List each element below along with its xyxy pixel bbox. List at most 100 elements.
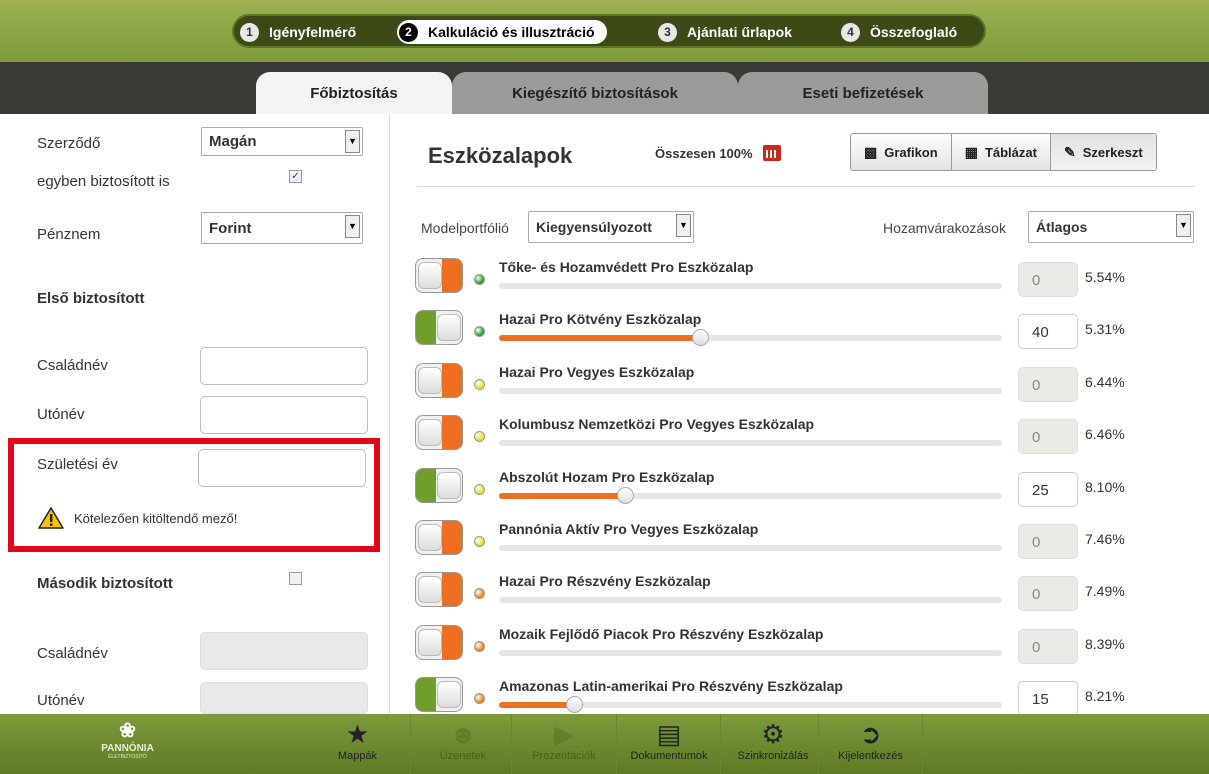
calculator-icon[interactable] — [762, 145, 781, 161]
allocation-slider[interactable] — [499, 597, 1002, 604]
toggle-knob — [418, 366, 442, 394]
allocation-input[interactable]: 0 — [1018, 576, 1078, 612]
risk-indicator-icon — [474, 483, 485, 495]
birthyear-label: Születési év — [37, 456, 118, 473]
chevron-down-icon: ▼ — [676, 214, 691, 237]
firstname-label: Utónév — [37, 406, 85, 423]
step-3[interactable]: 3 Ajánlati űrlapok — [658, 20, 792, 44]
allocation-input[interactable]: 15 — [1018, 681, 1078, 717]
step-2[interactable]: 2 Kalkuláció és illusztráció — [397, 20, 607, 44]
expected-yield: 6.46% — [1085, 426, 1125, 443]
allocation-slider[interactable] — [499, 329, 1002, 347]
allocation-input[interactable]: 0 — [1018, 419, 1078, 455]
total-percent-text: Összesen 100% — [655, 145, 753, 161]
allocation-input[interactable]: 0 — [1018, 366, 1078, 402]
nav-logout[interactable]: ➲ Kijelentkezés — [818, 714, 923, 774]
allocation-slider[interactable] — [499, 649, 1002, 656]
chevron-down-icon: ▼ — [345, 130, 360, 153]
also-insured-checkbox[interactable]: ✓ — [289, 170, 302, 183]
nav-logout-label: Kijelentkezés — [838, 750, 903, 762]
step-4[interactable]: 4 Összefoglaló — [841, 20, 957, 44]
pencil-icon: ✎ — [1063, 143, 1076, 160]
second-insured-heading: Második biztosított — [37, 575, 173, 592]
fund-toggle[interactable] — [415, 677, 463, 713]
contract-select-value: Magán — [209, 133, 257, 150]
allocation-slider[interactable] — [499, 283, 1002, 289]
firstname-input[interactable] — [200, 396, 368, 434]
fund-toggle[interactable] — [415, 520, 463, 555]
table-button[interactable]: ▦ Táblázat — [951, 134, 1051, 170]
app-root: { "steps":[ {"num":"1","label":"Igényfel… — [0, 0, 1209, 774]
nav-messages-label: Üzenetek — [439, 750, 487, 762]
contract-select[interactable]: Magán ▼ — [201, 127, 363, 156]
lastname-input[interactable] — [200, 347, 368, 385]
fund-row: Hazai Pro Vegyes Eszközalap 0 6.44% — [415, 362, 1205, 413]
chart-button-label: Grafikon — [884, 144, 938, 160]
fund-toggle[interactable] — [415, 624, 463, 660]
fund-toggle[interactable] — [415, 415, 463, 451]
yield-expectation-select[interactable]: Átlagos ▼ — [1028, 211, 1194, 243]
slider-fill — [499, 702, 575, 709]
nav-messages[interactable]: ☻ Üzenetek — [410, 714, 515, 774]
nav-sync[interactable]: ⚙ Szinkronizálás — [720, 714, 825, 774]
allocation-slider[interactable] — [499, 696, 1002, 714]
fund-row: Hazai Pro Kötvény Eszközalap 40 5.31% — [415, 310, 1205, 360]
toggle-knob — [418, 576, 442, 604]
fund-toggle[interactable] — [415, 258, 463, 293]
slider-thumb[interactable] — [692, 329, 710, 347]
risk-indicator-icon — [474, 588, 485, 600]
chevron-down-icon: ▼ — [345, 215, 360, 238]
allocation-input[interactable]: 25 — [1018, 471, 1078, 507]
birthyear-input[interactable] — [198, 449, 366, 487]
pannonia-logo: ❀ PANNÓNIA ÉLETBIZTOSÍTÓ — [80, 720, 175, 760]
allocation-input[interactable]: 40 — [1018, 314, 1078, 350]
contract-label: Szerződő — [37, 135, 101, 152]
allocation-input[interactable]: 0 — [1018, 628, 1078, 664]
fund-name: Amazonas Latin-amerikai Pro Részvény Esz… — [499, 678, 843, 695]
allocation-input[interactable]: 0 — [1018, 524, 1078, 559]
tab-ad-hoc-payments[interactable]: Eseti befizetések — [738, 72, 988, 114]
model-portfolio-select[interactable]: Kiegyensúlyozott ▼ — [528, 211, 694, 243]
fund-row: Kolumbusz Nemzetközi Pro Vegyes Eszközal… — [415, 415, 1205, 465]
fund-name: Kolumbusz Nemzetközi Pro Vegyes Eszközal… — [499, 416, 815, 433]
second-insured-checkbox[interactable] — [289, 572, 302, 585]
required-warning: Kötelezően kitöltendő mező! — [38, 507, 237, 529]
fund-row: Hazai Pro Részvény Eszközalap 0 7.49% — [415, 572, 1205, 622]
step-3-number: 3 — [658, 22, 677, 42]
edit-button[interactable]: ✎ Szerkeszt — [1050, 134, 1156, 170]
tab-supplementary[interactable]: Kiegészítő biztosítások — [452, 72, 738, 114]
allocation-slider[interactable] — [499, 387, 1002, 394]
nav-presentations[interactable]: ▶ Prezentációk — [511, 714, 616, 774]
lastname2-input[interactable] — [200, 632, 368, 670]
fund-name: Mozaik Fejlődő Piacok Pro Részvény Eszkö… — [499, 625, 824, 642]
risk-indicator-icon — [474, 693, 485, 705]
allocation-slider[interactable] — [499, 545, 1002, 551]
header-divider — [417, 186, 1195, 187]
slider-thumb[interactable] — [566, 696, 584, 714]
nav-presentations-label: Prezentációk — [532, 750, 596, 762]
fund-toggle[interactable] — [415, 362, 463, 398]
wizard-steps: 1 Igényfelmérő 2 Kalkuláció és illusztráci… — [232, 14, 986, 48]
nav-folders[interactable]: ★ Mappák — [305, 714, 410, 774]
fund-toggle[interactable] — [415, 467, 463, 503]
allocation-input[interactable]: 0 — [1018, 262, 1078, 297]
currency-select[interactable]: Forint ▼ — [201, 212, 363, 244]
fund-toggle[interactable] — [415, 572, 463, 608]
allocation-slider[interactable] — [499, 486, 1002, 504]
fund-row: Mozaik Fejlődő Piacok Pro Részvény Eszkö… — [415, 624, 1205, 675]
expected-yield: 8.39% — [1085, 635, 1125, 652]
firstname2-input[interactable] — [200, 682, 368, 714]
fund-toggle[interactable] — [415, 310, 463, 346]
tab-main-insurance[interactable]: Főbiztosítás — [256, 72, 452, 114]
allocation-slider[interactable] — [499, 440, 1002, 447]
step-1[interactable]: 1 Igényfelmérő — [240, 20, 356, 44]
fund-row: Tőke- és Hozamvédett Pro Eszközalap 0 5.54… — [415, 258, 1205, 308]
toggle-knob — [418, 628, 442, 656]
step-1-label: Igényfelmérő — [269, 24, 357, 40]
chart-button[interactable]: ▩ Grafikon — [851, 134, 952, 170]
nav-documents[interactable]: ▤ Dokumentumok — [616, 714, 721, 774]
bottom-nav-bar: ❀ PANNÓNIA ÉLETBIZTOSÍTÓ ★ Mappák ☻ Üzenetek… — [0, 714, 1209, 774]
model-portfolio-value: Kiegyensúlyozott — [536, 219, 652, 235]
slider-thumb[interactable] — [616, 486, 634, 504]
risk-indicator-icon — [474, 640, 485, 652]
